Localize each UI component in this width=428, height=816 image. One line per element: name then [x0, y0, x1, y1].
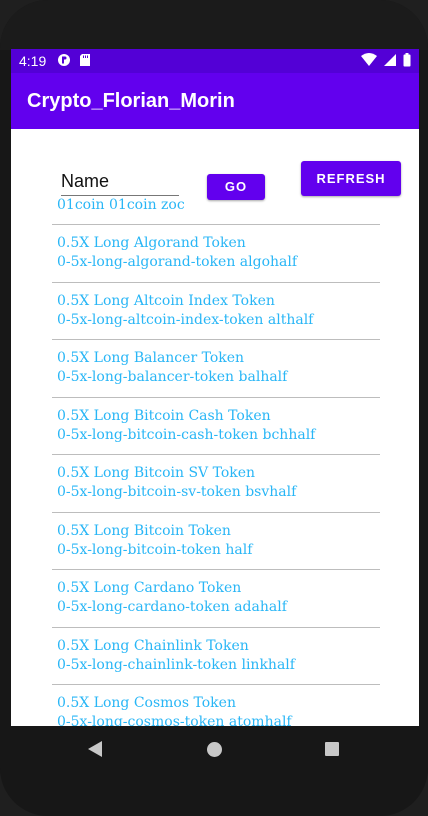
top-bezel: [0, 0, 428, 50]
list-item[interactable]: 0.5X Long Bitcoin Token 0-5x-long-bitcoi…: [52, 513, 380, 570]
coin-list: 0.5X Long Algorand Token 0-5x-long-algor…: [52, 224, 380, 726]
app-bar: Crypto_Florian_Morin: [11, 73, 419, 129]
battery-icon: [403, 53, 411, 72]
coin-detail: 0-5x-long-altcoin-index-token althalf: [57, 311, 314, 328]
list-item[interactable]: 0.5X Long Chainlink Token 0-5x-long-chai…: [52, 628, 380, 685]
coin-detail: 0-5x-long-chainlink-token linkhalf: [57, 656, 295, 673]
signal-icon: [383, 53, 397, 72]
status-time: 4:19: [19, 53, 47, 69]
list-item[interactable]: 0.5X Long Cosmos Token 0-5x-long-cosmos-…: [52, 685, 380, 726]
navigation-bar: [0, 726, 428, 776]
coin-detail: 0-5x-long-bitcoin-token half: [57, 541, 253, 558]
coin-name: 0.5X Long Bitcoin Token: [57, 522, 231, 539]
coin-detail: 0-5x-long-bitcoin-cash-token bchhalf: [57, 426, 316, 443]
name-input-value: Name: [61, 171, 110, 191]
coin-name: 0.5X Long Chainlink Token: [57, 637, 249, 654]
coin-detail: 0-5x-long-cardano-token adahalf: [57, 599, 287, 615]
wifi-icon: [361, 53, 377, 72]
main-content: Name GO REFRESH 01coin 01coin zoc 0.5X L…: [11, 129, 419, 726]
coin-name: 0.5X Long Altcoin Index Token: [57, 292, 275, 309]
refresh-button[interactable]: REFRESH: [301, 161, 401, 196]
list-item[interactable]: 0.5X Long Balancer Token 0-5x-long-balan…: [52, 340, 380, 397]
coin-name: 0.5X Long Cardano Token: [57, 580, 242, 596]
list-item[interactable]: 0.5X Long Cardano Token 0-5x-long-cardan…: [52, 570, 380, 627]
coin-name: 0.5X Long Algorand Token: [57, 235, 246, 251]
coin-name: 0.5X Long Bitcoin SV Token: [57, 465, 256, 481]
screen: 4:19 Crypto_Florian_Morin Name GO REFRES…: [11, 49, 419, 726]
go-button[interactable]: GO: [207, 174, 265, 200]
list-item-first[interactable]: 01coin 01coin zoc: [57, 197, 185, 213]
coin-name: 0.5X Long Balancer Token: [57, 350, 245, 366]
list-item[interactable]: 0.5X Long Algorand Token 0-5x-long-algor…: [52, 225, 380, 282]
coin-detail: 0-5x-long-algorand-token algohalf: [57, 254, 298, 270]
home-icon[interactable]: [207, 742, 222, 757]
name-input[interactable]: Name: [61, 167, 179, 196]
coin-name: 0.5X Long Cosmos Token: [57, 695, 236, 711]
status-bar: 4:19: [11, 49, 419, 73]
coin-detail: 0-5x-long-bitcoin-sv-token bsvhalf: [57, 484, 297, 500]
pinned-app-icon: [57, 53, 71, 72]
recents-icon[interactable]: [325, 742, 339, 756]
list-item[interactable]: 0.5X Long Altcoin Index Token 0-5x-long-…: [52, 283, 380, 340]
back-icon[interactable]: [88, 741, 102, 757]
phone-device: 4:19 Crypto_Florian_Morin Name GO REFRES…: [0, 0, 428, 816]
coin-detail: 0-5x-long-cosmos-token atomhalf: [57, 714, 292, 726]
list-item[interactable]: 0.5X Long Bitcoin Cash Token 0-5x-long-b…: [52, 398, 380, 455]
list-item[interactable]: 0.5X Long Bitcoin SV Token 0-5x-long-bit…: [52, 455, 380, 512]
coin-detail: 0-5x-long-balancer-token balhalf: [57, 369, 288, 385]
app-title: Crypto_Florian_Morin: [27, 90, 235, 112]
coin-name: 0.5X Long Bitcoin Cash Token: [57, 407, 271, 424]
sd-card-icon: [79, 53, 91, 72]
